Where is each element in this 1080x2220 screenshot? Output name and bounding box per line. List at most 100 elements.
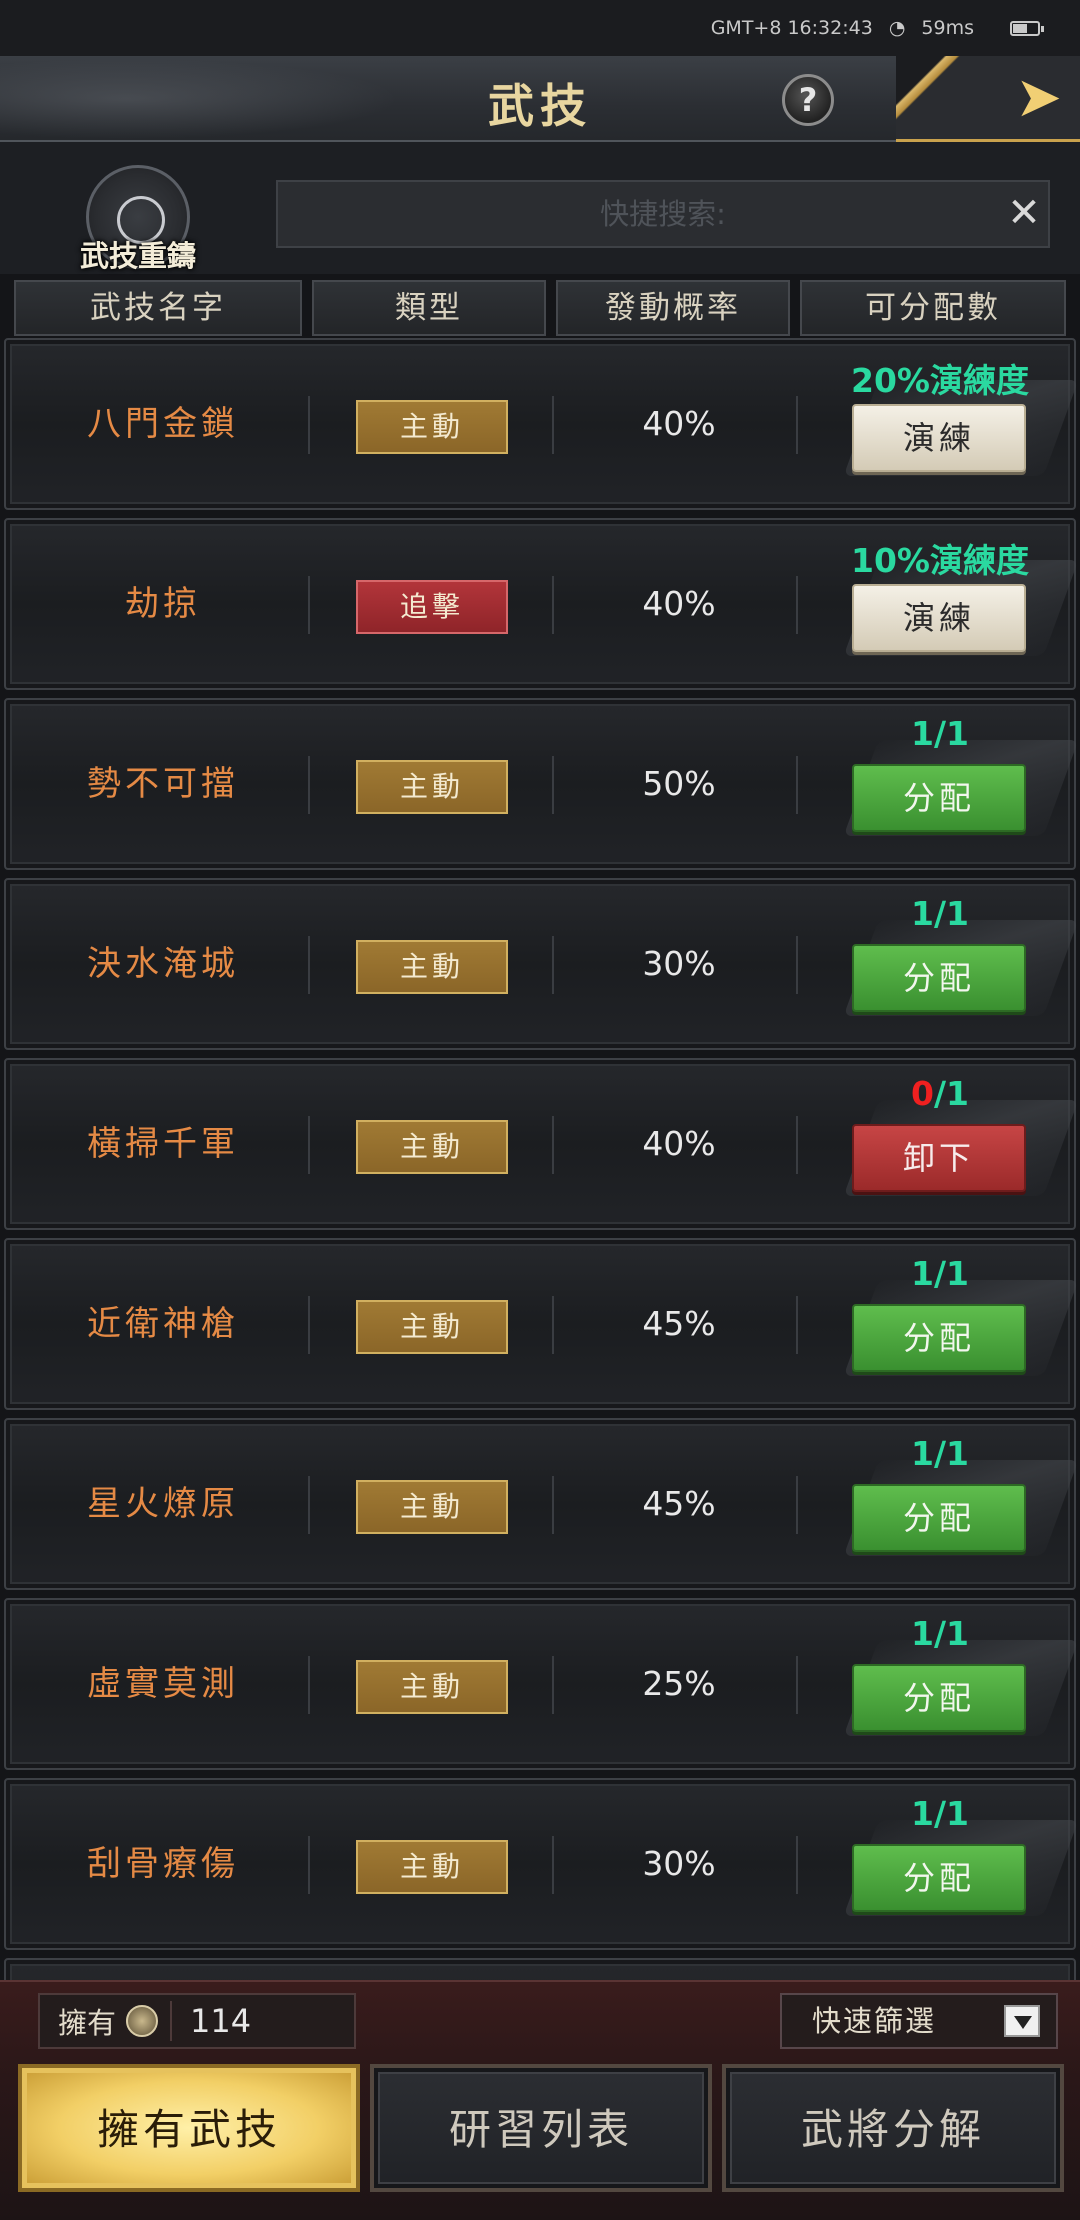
skill-row[interactable]: 星火燎原 主動 45% 1/1 分配 [4, 1418, 1079, 1590]
quick-filter-label: 快速篩選 [812, 2004, 937, 2038]
back-button[interactable]: ➤ [896, 56, 1080, 142]
assign-button[interactable]: 分配 [852, 1304, 1026, 1372]
skill-type-badge: 追擊 [356, 580, 508, 634]
column-divider [308, 936, 310, 994]
column-divider [308, 756, 310, 814]
skill-name: 刮骨療傷 [87, 1844, 239, 1884]
assign-count: 1/1 [911, 1614, 969, 1653]
skill-type-badge: 主動 [356, 400, 508, 454]
skill-row[interactable]: 近衛神槍 主動 45% 1/1 分配 [4, 1238, 1079, 1410]
owned-count: 114 [190, 2002, 252, 2040]
assign-count-used: 0 [911, 1074, 934, 1113]
assign-count-total: /1 [933, 1074, 969, 1113]
skill-type-badge: 主動 [356, 1120, 508, 1174]
skill-name: 近衛神槍 [87, 1304, 239, 1344]
skill-rate: 50% [642, 764, 716, 803]
assign-count: 1/1 [911, 1254, 969, 1293]
skill-name: 八門金鎖 [87, 404, 239, 444]
skill-row[interactable]: 橫掃千軍 主動 40% 0/1 卸下 [4, 1058, 1079, 1230]
quick-filter-dropdown[interactable]: 快速篩選 [780, 1993, 1058, 2049]
wifi-icon: ◔ [888, 17, 906, 39]
clear-search-button[interactable]: ✕ [1004, 190, 1044, 236]
assign-count: 0/1 [824, 1074, 1056, 1113]
skill-rate: 45% [642, 1304, 716, 1343]
column-divider [796, 756, 798, 814]
column-divider [308, 576, 310, 634]
assign-count: 1/1 [911, 1434, 969, 1473]
skill-rate: 40% [642, 584, 716, 623]
column-header-name[interactable]: 武技名字 [14, 280, 302, 336]
assign-button[interactable]: 分配 [852, 1484, 1026, 1552]
column-divider [308, 1476, 310, 1534]
recast-label: 武技重鑄 [79, 239, 196, 273]
column-divider [308, 1656, 310, 1714]
skill-list[interactable]: 八門金鎖 主動 40% 20%演練度 演練 劫掠 追擊 40% 10%演練度 演… [0, 338, 1080, 1980]
skill-row[interactable]: 劫掠 追擊 40% 10%演練度 演練 [4, 518, 1079, 690]
column-divider [796, 1836, 798, 1894]
skill-type-badge: 主動 [356, 1840, 508, 1894]
skill-row[interactable]: 決水淹城 主動 30% 1/1 分配 [4, 878, 1079, 1050]
skill-name: 星火燎原 [87, 1484, 239, 1524]
ping-text: 59ms [921, 17, 974, 39]
assign-count: 1/1 [911, 714, 969, 753]
column-header-type[interactable]: 類型 [312, 280, 546, 336]
practice-progress: 10%演練度 [851, 541, 1029, 580]
skill-row-partial[interactable] [4, 1958, 1076, 1980]
column-divider [796, 576, 798, 634]
search-box [276, 180, 1050, 248]
skill-row[interactable]: 虛實莫測 主動 25% 1/1 分配 [4, 1598, 1079, 1770]
battery-icon [1010, 20, 1044, 36]
clock-text: GMT+8 16:32:43 [710, 17, 873, 39]
skill-type-badge: 主動 [356, 1660, 508, 1714]
column-divider [796, 1656, 798, 1714]
column-divider [308, 396, 310, 454]
skill-type-badge: 主動 [356, 760, 508, 814]
skill-name: 勢不可擋 [87, 764, 239, 804]
chevron-down-icon [1004, 2005, 1040, 2037]
recast-button[interactable]: 武技重鑄 [78, 165, 198, 275]
skill-rate: 40% [642, 404, 716, 443]
assign-button[interactable]: 分配 [852, 944, 1026, 1012]
column-divider [796, 396, 798, 454]
help-button[interactable]: ? [782, 74, 834, 126]
skill-name: 劫掠 [125, 584, 201, 624]
skill-rate: 30% [642, 1844, 716, 1883]
skill-row[interactable]: 刮骨療傷 主動 30% 1/1 分配 [4, 1778, 1079, 1950]
column-divider [308, 1116, 310, 1174]
skill-name: 橫掃千軍 [87, 1124, 239, 1164]
practice-button[interactable]: 演練 [852, 404, 1026, 472]
column-header-count[interactable]: 可分配數 [800, 280, 1066, 336]
skill-type-badge: 主動 [356, 940, 508, 994]
skill-type-badge: 主動 [356, 1480, 508, 1534]
token-icon [126, 2005, 159, 2037]
tab-owned-skills[interactable]: 擁有武技 [18, 2064, 360, 2192]
column-divider [308, 1836, 310, 1894]
skill-rate: 30% [642, 944, 716, 983]
skill-row[interactable]: 勢不可擋 主動 50% 1/1 分配 [4, 698, 1079, 870]
column-divider [796, 1296, 798, 1354]
assign-count: 1/1 [911, 1794, 969, 1833]
owned-label: 擁有 [58, 2006, 117, 2040]
skill-rate: 25% [642, 1664, 716, 1703]
skill-row[interactable]: 八門金鎖 主動 40% 20%演練度 演練 [4, 338, 1079, 510]
unload-button[interactable]: 卸下 [852, 1124, 1026, 1192]
skill-name: 決水淹城 [87, 944, 239, 984]
status-bar: GMT+8 16:32:43 ◔ 59ms [0, 0, 1080, 56]
practice-button[interactable]: 演練 [852, 584, 1026, 652]
skill-rate: 45% [642, 1484, 716, 1523]
skill-type-badge: 主動 [356, 1300, 508, 1354]
skill-name: 虛實莫測 [87, 1664, 239, 1704]
assign-button[interactable]: 分配 [852, 764, 1026, 832]
search-input[interactable] [278, 182, 1048, 246]
column-divider [796, 936, 798, 994]
tab-study-list[interactable]: 研習列表 [370, 2064, 712, 2192]
column-divider [796, 1476, 798, 1534]
skill-rate: 40% [642, 1124, 716, 1163]
column-divider [796, 1116, 798, 1174]
assign-button[interactable]: 分配 [852, 1664, 1026, 1732]
column-divider [308, 1296, 310, 1354]
assign-button[interactable]: 分配 [852, 1844, 1026, 1912]
column-header-rate[interactable]: 發動概率 [556, 280, 790, 336]
tab-general-decompose[interactable]: 武將分解 [722, 2064, 1064, 2192]
owned-count-box: 擁有 114 [38, 1993, 356, 2049]
